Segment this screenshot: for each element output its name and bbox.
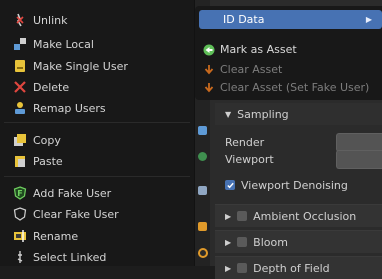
id-data-menu-header[interactable]: ID Data ▶ bbox=[199, 10, 382, 29]
menu-item-paste[interactable]: Paste bbox=[4, 150, 190, 172]
menu-item-label: Select Linked bbox=[33, 250, 107, 264]
menu-item-delete[interactable]: Delete bbox=[4, 76, 190, 98]
rename-icon bbox=[13, 229, 27, 243]
menu-item-label: Add Fake User bbox=[33, 186, 112, 200]
menu-item-label: Make Single User bbox=[33, 59, 128, 73]
menu-item-make-single-user[interactable]: Make Single User bbox=[4, 55, 190, 77]
menu-item-copy[interactable]: Copy bbox=[4, 129, 190, 151]
menu-item-label: Clear Asset (Set Fake User) bbox=[220, 81, 370, 94]
menu-item-remap-users[interactable]: Remap Users bbox=[4, 97, 190, 119]
render-label: Render bbox=[225, 136, 265, 149]
paste-icon bbox=[13, 154, 27, 168]
menu-item-mark-as-asset[interactable]: Mark as Asset bbox=[203, 41, 382, 58]
viewport-denoising-checkbox[interactable] bbox=[225, 180, 235, 190]
delete-icon bbox=[13, 80, 27, 94]
svg-text:F: F bbox=[17, 189, 22, 198]
collapsed-icon: ▶ bbox=[225, 211, 232, 221]
copy-icon bbox=[13, 133, 27, 147]
menu-item-label: Remap Users bbox=[33, 101, 106, 115]
id-data-submenu: ID Data ▶ Mark as Asset Clear Asset Clea… bbox=[195, 6, 382, 100]
menu-item-label: Copy bbox=[33, 133, 61, 147]
menu-item-unlink[interactable]: Unlink bbox=[4, 9, 190, 31]
clear-asset-icon bbox=[203, 64, 215, 76]
mark-asset-icon bbox=[203, 44, 215, 56]
menu-item-label: Unlink bbox=[33, 13, 68, 27]
unlink-icon bbox=[13, 13, 27, 27]
menu-item-clear-asset-set-fake-user[interactable]: Clear Asset (Set Fake User) bbox=[203, 79, 382, 96]
collapsed-icon: ▶ bbox=[225, 263, 232, 273]
menu-item-add-fake-user[interactable]: F Add Fake User bbox=[4, 182, 190, 204]
world-tab-icon[interactable] bbox=[198, 152, 207, 161]
menu-item-make-local[interactable]: Make Local bbox=[4, 33, 190, 55]
menu-item-clear-asset[interactable]: Clear Asset bbox=[203, 61, 382, 78]
fake-user-add-icon: F bbox=[13, 186, 27, 200]
menu-item-label: Mark as Asset bbox=[220, 43, 297, 56]
tool-tab-icon[interactable] bbox=[198, 126, 207, 135]
menu-separator bbox=[4, 176, 190, 177]
ambient-occlusion-panel-header[interactable]: ▶ Ambient Occlusion bbox=[215, 204, 382, 227]
collapsed-icon: ▶ bbox=[225, 237, 232, 247]
menu-item-label: Clear Asset bbox=[220, 63, 283, 76]
remap-users-icon bbox=[13, 101, 27, 115]
viewport-samples-field[interactable] bbox=[336, 150, 382, 169]
make-local-icon bbox=[13, 37, 27, 51]
ambient-occlusion-label: Ambient Occlusion bbox=[253, 209, 357, 223]
viewport-denoising-label: Viewport Denoising bbox=[241, 178, 348, 192]
fake-user-clear-icon bbox=[13, 207, 27, 221]
bloom-panel-header[interactable]: ▶ Bloom bbox=[215, 230, 382, 253]
viewport-label: Viewport bbox=[225, 153, 274, 166]
depth-of-field-panel-header[interactable]: ▶ Depth of Field bbox=[215, 256, 382, 279]
bloom-label: Bloom bbox=[253, 235, 288, 249]
physics-tab-icon[interactable] bbox=[198, 248, 208, 258]
menu-item-label: Paste bbox=[33, 154, 63, 168]
menu-item-label: Delete bbox=[33, 80, 70, 94]
menu-separator bbox=[4, 122, 190, 123]
submenu-arrow-icon: ▶ bbox=[365, 15, 372, 24]
make-single-user-icon bbox=[13, 59, 27, 73]
select-linked-icon bbox=[13, 250, 27, 264]
menu-item-label: Clear Fake User bbox=[33, 207, 119, 221]
menu-item-clear-fake-user[interactable]: Clear Fake User bbox=[4, 203, 190, 225]
menu-item-select-linked[interactable]: Select Linked bbox=[4, 246, 190, 268]
ambient-occlusion-checkbox[interactable] bbox=[237, 211, 248, 221]
object-tab-icon[interactable] bbox=[198, 222, 207, 231]
id-context-menu: Unlink Make Local Make Single User Delet… bbox=[0, 0, 195, 266]
output-tab-icon[interactable] bbox=[198, 186, 207, 195]
bloom-checkbox[interactable] bbox=[237, 237, 248, 247]
menu-item-label: Make Local bbox=[33, 37, 94, 51]
menu-item-rename[interactable]: Rename bbox=[4, 225, 190, 247]
clear-asset-fake-user-icon bbox=[203, 82, 215, 94]
viewport-denoising-row[interactable]: Viewport Denoising bbox=[215, 174, 382, 196]
sampling-panel-header[interactable]: ▼ Sampling bbox=[215, 103, 382, 125]
expanded-icon: ▼ bbox=[225, 109, 232, 119]
sampling-label: Sampling bbox=[237, 107, 289, 121]
depth-of-field-checkbox[interactable] bbox=[237, 263, 248, 273]
id-data-label: ID Data bbox=[223, 13, 265, 26]
depth-of-field-label: Depth of Field bbox=[253, 261, 330, 275]
menu-item-label: Rename bbox=[33, 229, 79, 243]
